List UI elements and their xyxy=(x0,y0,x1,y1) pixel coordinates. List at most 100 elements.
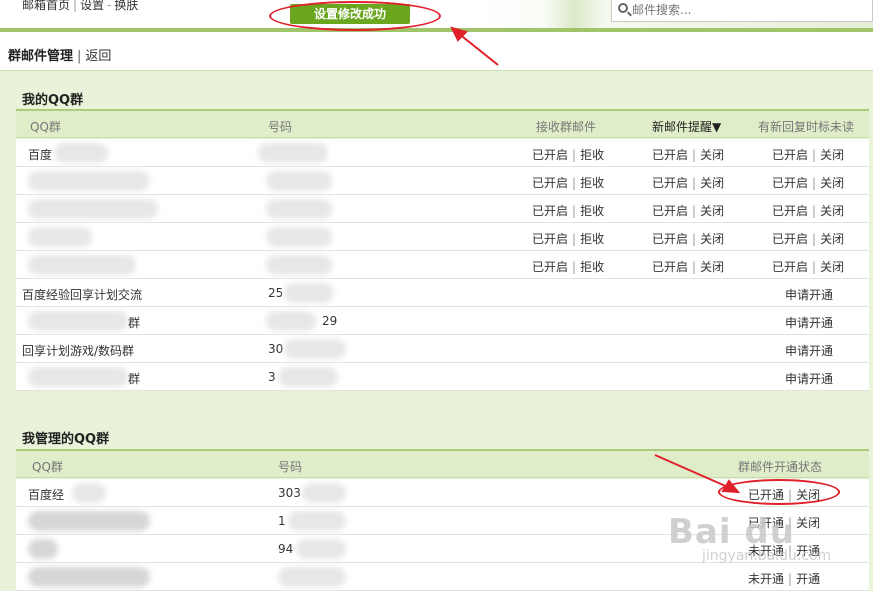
header-divider xyxy=(0,28,873,32)
receive-on[interactable]: 已开启 xyxy=(532,232,568,246)
unread-on[interactable]: 已开启 xyxy=(772,260,808,274)
col-group: QQ群 xyxy=(32,460,63,474)
alert-off[interactable]: 关闭 xyxy=(700,176,724,190)
header-decoration xyxy=(545,0,605,28)
alert-on[interactable]: 已开启 xyxy=(652,176,688,190)
alert-toggle: 已开启 | 关闭 xyxy=(652,232,725,246)
group-number: 30 xyxy=(268,342,284,356)
table-row: 已开启 | 拒收 已开启 | 关闭 已开启 | 关闭 xyxy=(16,195,869,223)
receive-toggle: 已开启 | 拒收 xyxy=(532,260,605,274)
receive-reject[interactable]: 拒收 xyxy=(580,232,604,246)
unread-off[interactable]: 关闭 xyxy=(820,204,844,218)
group-number: 94 xyxy=(278,542,294,556)
receive-on[interactable]: 已开启 xyxy=(532,176,568,190)
my-groups-table-header: QQ群 号码 接收群邮件 新邮件提醒▼ 有新回复时标未读 xyxy=(16,109,869,138)
arrow-to-toast xyxy=(457,32,499,66)
alert-toggle: 已开启 | 关闭 xyxy=(652,176,725,190)
receive-reject[interactable]: 拒收 xyxy=(580,204,604,218)
unread-on[interactable]: 已开启 xyxy=(772,204,808,218)
col-number: 号码 xyxy=(278,460,303,474)
group-number: 1 xyxy=(278,514,286,528)
table-row: 已开启 | 拒收 已开启 | 关闭 已开启 | 关闭 xyxy=(16,251,869,279)
group-name: 群 xyxy=(128,372,141,386)
redacted-number xyxy=(266,199,332,219)
apply-button[interactable]: 申请开通 xyxy=(785,342,833,359)
col-status: 群邮件开通状态 xyxy=(738,460,823,474)
table-row: 百度 已开启 | 拒收 已开启 | 关闭 已开启 | 关闭 xyxy=(16,139,869,167)
alert-off[interactable]: 关闭 xyxy=(700,260,724,274)
redacted-name xyxy=(28,255,136,275)
alert-on[interactable]: 已开启 xyxy=(652,148,688,162)
receive-toggle: 已开启 | 拒收 xyxy=(532,148,605,162)
receive-reject[interactable]: 拒收 xyxy=(580,260,604,274)
nav-settings[interactable]: 设置 xyxy=(80,0,104,12)
redacted-name xyxy=(28,511,150,531)
unread-off[interactable]: 关闭 xyxy=(820,148,844,162)
back-link[interactable]: 返回 xyxy=(85,49,111,64)
col-new-mail-alert[interactable]: 新邮件提醒▼ xyxy=(652,118,721,135)
header-separator: | xyxy=(77,49,82,64)
group-name: 百度 xyxy=(28,148,53,162)
table-row: 已开启 | 拒收 已开启 | 关闭 已开启 | 关闭 xyxy=(16,223,869,251)
mail-search-box[interactable] xyxy=(611,0,873,22)
group-number: 25 xyxy=(268,286,284,300)
group-number: 303 xyxy=(278,486,301,500)
redacted-number xyxy=(278,567,346,587)
receive-on[interactable]: 已开启 xyxy=(532,260,568,274)
col-receive: 接收群邮件 xyxy=(536,120,597,134)
receive-reject[interactable]: 拒收 xyxy=(580,148,604,162)
redacted-number xyxy=(288,511,346,531)
redacted-name xyxy=(28,367,128,387)
redacted-number xyxy=(278,367,338,387)
group-number: 3 xyxy=(268,370,276,384)
alert-on[interactable]: 已开启 xyxy=(652,260,688,274)
apply-button[interactable]: 申请开通 xyxy=(785,286,833,303)
nav-mail-home[interactable]: 邮箱首页 xyxy=(22,0,70,12)
unread-off[interactable]: 关闭 xyxy=(820,260,844,274)
alert-on[interactable]: 已开启 xyxy=(652,204,688,218)
col-group: QQ群 xyxy=(30,120,61,134)
table-row: 群 29 申请开通 xyxy=(16,307,869,335)
unread-toggle: 已开启 | 关闭 xyxy=(772,148,845,162)
redacted-name xyxy=(28,539,58,559)
search-icon[interactable] xyxy=(618,3,628,13)
apply-button[interactable]: 申请开通 xyxy=(785,370,833,387)
redacted-number xyxy=(284,339,346,359)
receive-toggle: 已开启 | 拒收 xyxy=(532,204,605,218)
group-name: 百度经 xyxy=(28,488,65,502)
receive-on[interactable]: 已开启 xyxy=(532,148,568,162)
apply-button[interactable]: 申请开通 xyxy=(785,314,833,331)
nav-skin[interactable]: 换肤 xyxy=(114,0,138,12)
unread-on[interactable]: 已开启 xyxy=(772,176,808,190)
managed-groups-table-header: QQ群 号码 群邮件开通状态 xyxy=(16,449,869,478)
unread-on[interactable]: 已开启 xyxy=(772,232,808,246)
redacted-number xyxy=(302,483,346,503)
nav-separator: - xyxy=(107,0,112,12)
redacted-name xyxy=(28,567,150,587)
alert-off[interactable]: 关闭 xyxy=(700,148,724,162)
redacted-number xyxy=(258,143,328,163)
mail-search-input[interactable] xyxy=(632,2,862,18)
group-name: 回享计划游戏/数码群 xyxy=(22,344,135,358)
unread-off[interactable]: 关闭 xyxy=(820,232,844,246)
unread-toggle: 已开启 | 关闭 xyxy=(772,176,845,190)
page-header: 群邮件管理 | 返回 xyxy=(8,45,111,64)
annotation-oval-toast xyxy=(269,1,441,31)
receive-reject[interactable]: 拒收 xyxy=(580,176,604,190)
unread-on[interactable]: 已开启 xyxy=(772,148,808,162)
unread-toggle: 已开启 | 关闭 xyxy=(772,232,845,246)
alert-off[interactable]: 关闭 xyxy=(700,204,724,218)
redacted-name xyxy=(28,311,128,331)
alert-off[interactable]: 关闭 xyxy=(700,232,724,246)
redacted-name xyxy=(72,483,106,503)
baidu-watermark: Bai du jingyan.baidu.com xyxy=(668,512,868,588)
alert-on[interactable]: 已开启 xyxy=(652,232,688,246)
redacted-number xyxy=(266,227,332,247)
redacted-name xyxy=(28,171,150,191)
group-name: 百度经验回享计划交流 xyxy=(22,288,143,302)
unread-off[interactable]: 关闭 xyxy=(820,176,844,190)
receive-toggle: 已开启 | 拒收 xyxy=(532,176,605,190)
page-title: 群邮件管理 xyxy=(8,49,74,64)
unread-toggle: 已开启 | 关闭 xyxy=(772,204,845,218)
receive-on[interactable]: 已开启 xyxy=(532,204,568,218)
